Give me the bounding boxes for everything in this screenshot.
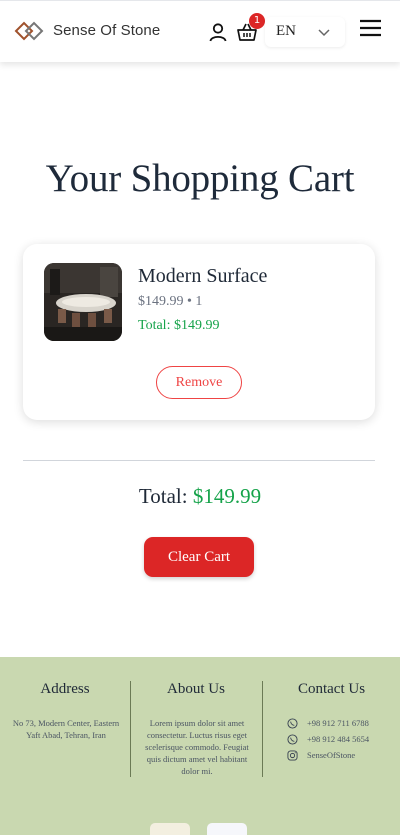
product-name[interactable]: Modern Surface [138,265,267,288]
cart-total: Total: $149.99 [0,484,400,509]
whatsapp-icon [287,718,298,729]
chevron-down-icon [318,29,330,37]
footer-contact-section: Contact Us [263,681,400,698]
contact-instagram-text: SenseOfStone [307,750,356,760]
cart-total-value: $149.99 [192,484,262,508]
language-value: EN [276,23,296,39]
hamburger-menu-icon[interactable] [360,19,381,37]
brand-name[interactable]: Sense Of Stone [53,22,160,39]
header-bar: Sense Of Stone 1 EN [0,0,400,62]
clear-cart-button[interactable]: Clear Cart [144,537,254,577]
product-image[interactable] [44,263,122,341]
product-line-total: Total: $149.99 [138,318,220,333]
footer-about-text: Lorem ipsum dolor sit amet consectetur. … [145,718,249,776]
trust-badge-image[interactable] [207,823,247,835]
user-icon[interactable] [208,22,228,42]
cart-item-card: Modern Surface $149.99 • 1 Total: $149.9… [23,244,375,420]
product-price-qty: $149.99 • 1 [138,294,203,309]
cart-count-badge: 1 [249,13,265,29]
footer-about-section: About Us [131,681,261,698]
footer-address-text: No 73, Modern Center, Eastern Yaft Abad,… [12,718,120,740]
footer: Address About Us Contact Us No 73, Moder… [0,657,400,835]
language-select[interactable]: EN [265,17,345,47]
remove-button[interactable]: Remove [156,366,242,399]
page-title: Your Shopping Cart [45,157,355,200]
footer-about-title: About Us [167,681,225,697]
whatsapp-icon [287,734,298,745]
cart-total-label: Total: [138,484,193,508]
footer-address-title: Address [40,681,90,697]
divider [23,460,375,461]
logo-icon[interactable] [14,19,46,43]
contact-phone-1-text: +98 912 711 6788 [307,718,369,728]
instagram-icon [287,750,298,761]
footer-contact-title: Contact Us [297,681,366,697]
contact-phone-2-text: +98 912 484 5654 [307,734,370,744]
trust-badge-image[interactable] [150,823,190,835]
footer-address-section: Address [0,681,130,698]
